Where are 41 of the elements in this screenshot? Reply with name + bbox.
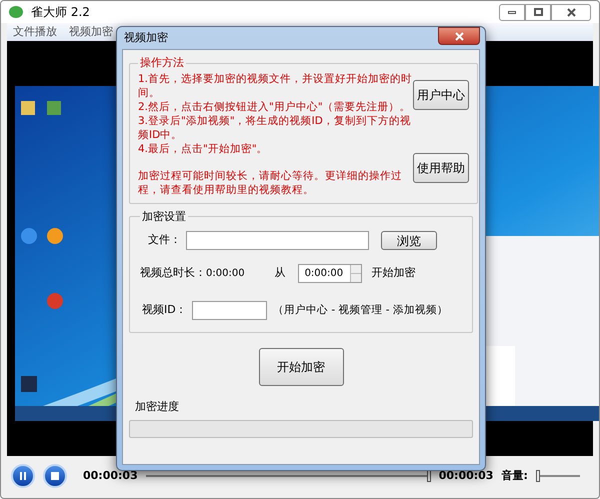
start-suffix: 开始加密 — [372, 265, 416, 282]
close-icon — [566, 8, 576, 16]
pause-button[interactable] — [11, 464, 35, 488]
dialog-title: 视频加密 — [124, 30, 168, 46]
minimize-button[interactable] — [499, 4, 525, 20]
video-id-hint: （用户中心 - 视频管理 - 添加视频） — [273, 302, 448, 318]
instruction-step: 2.然后，点击右侧按钮进入"用户中心"（需要先注册）。 — [138, 100, 413, 114]
total-time: 00:00:03 — [438, 468, 494, 484]
dialog-close-button[interactable] — [438, 27, 480, 45]
volume-label: 音量: — [501, 468, 528, 484]
action-button[interactable]: 用户中心 — [413, 80, 469, 110]
stop-button[interactable] — [43, 464, 67, 488]
start-button[interactable]: 开始加密 — [258, 348, 344, 386]
file-label: 文件： — [148, 232, 182, 248]
leaf-icon — [9, 5, 23, 19]
progress-label: 加密进度 — [135, 399, 180, 415]
instruction-step: 1.首先，选择要加密的视频文件，并设置好开始加密的时间。 — [138, 72, 413, 100]
maximize-button[interactable] — [525, 4, 551, 20]
close-button[interactable] — [551, 4, 591, 20]
note-text: 加密过程可能时间较长，请耐心等待。更详细的操作过程，请查看使用帮助里的视频教程。 — [138, 168, 403, 196]
elapsed-time: 00:00:03 — [83, 468, 138, 484]
video-id-label: 视频ID： — [142, 302, 188, 318]
action-button[interactable]: 使用帮助 — [413, 152, 469, 182]
window-title: 雀大师 2.2 — [31, 4, 90, 21]
browse-button[interactable]: 浏览 — [381, 231, 437, 250]
menu-item[interactable]: 文件播放 — [13, 24, 57, 40]
file-field[interactable] — [186, 231, 369, 250]
from-label: 从 — [274, 265, 286, 282]
volume-slider[interactable] — [536, 470, 580, 482]
volume-thumb[interactable] — [536, 470, 540, 482]
instruction-step: 3.登录后"添加视频"，将生成的视频ID，复制到下方的视频ID中。 — [138, 114, 413, 142]
duration-value: 0:00:00 — [206, 267, 245, 281]
group-title: 加密设置 — [141, 208, 187, 224]
menu-item[interactable]: 视频加密 — [69, 24, 113, 40]
group-title: 操作方法 — [139, 55, 185, 71]
seek-slider[interactable] — [146, 470, 431, 482]
video-id-field[interactable] — [192, 301, 267, 320]
seek-thumb[interactable] — [426, 470, 431, 482]
duration-label: 视频总时长： — [140, 265, 206, 282]
close-icon — [454, 32, 464, 40]
instruction-step: 4.最后，点击"开始加密"。 — [138, 142, 413, 156]
